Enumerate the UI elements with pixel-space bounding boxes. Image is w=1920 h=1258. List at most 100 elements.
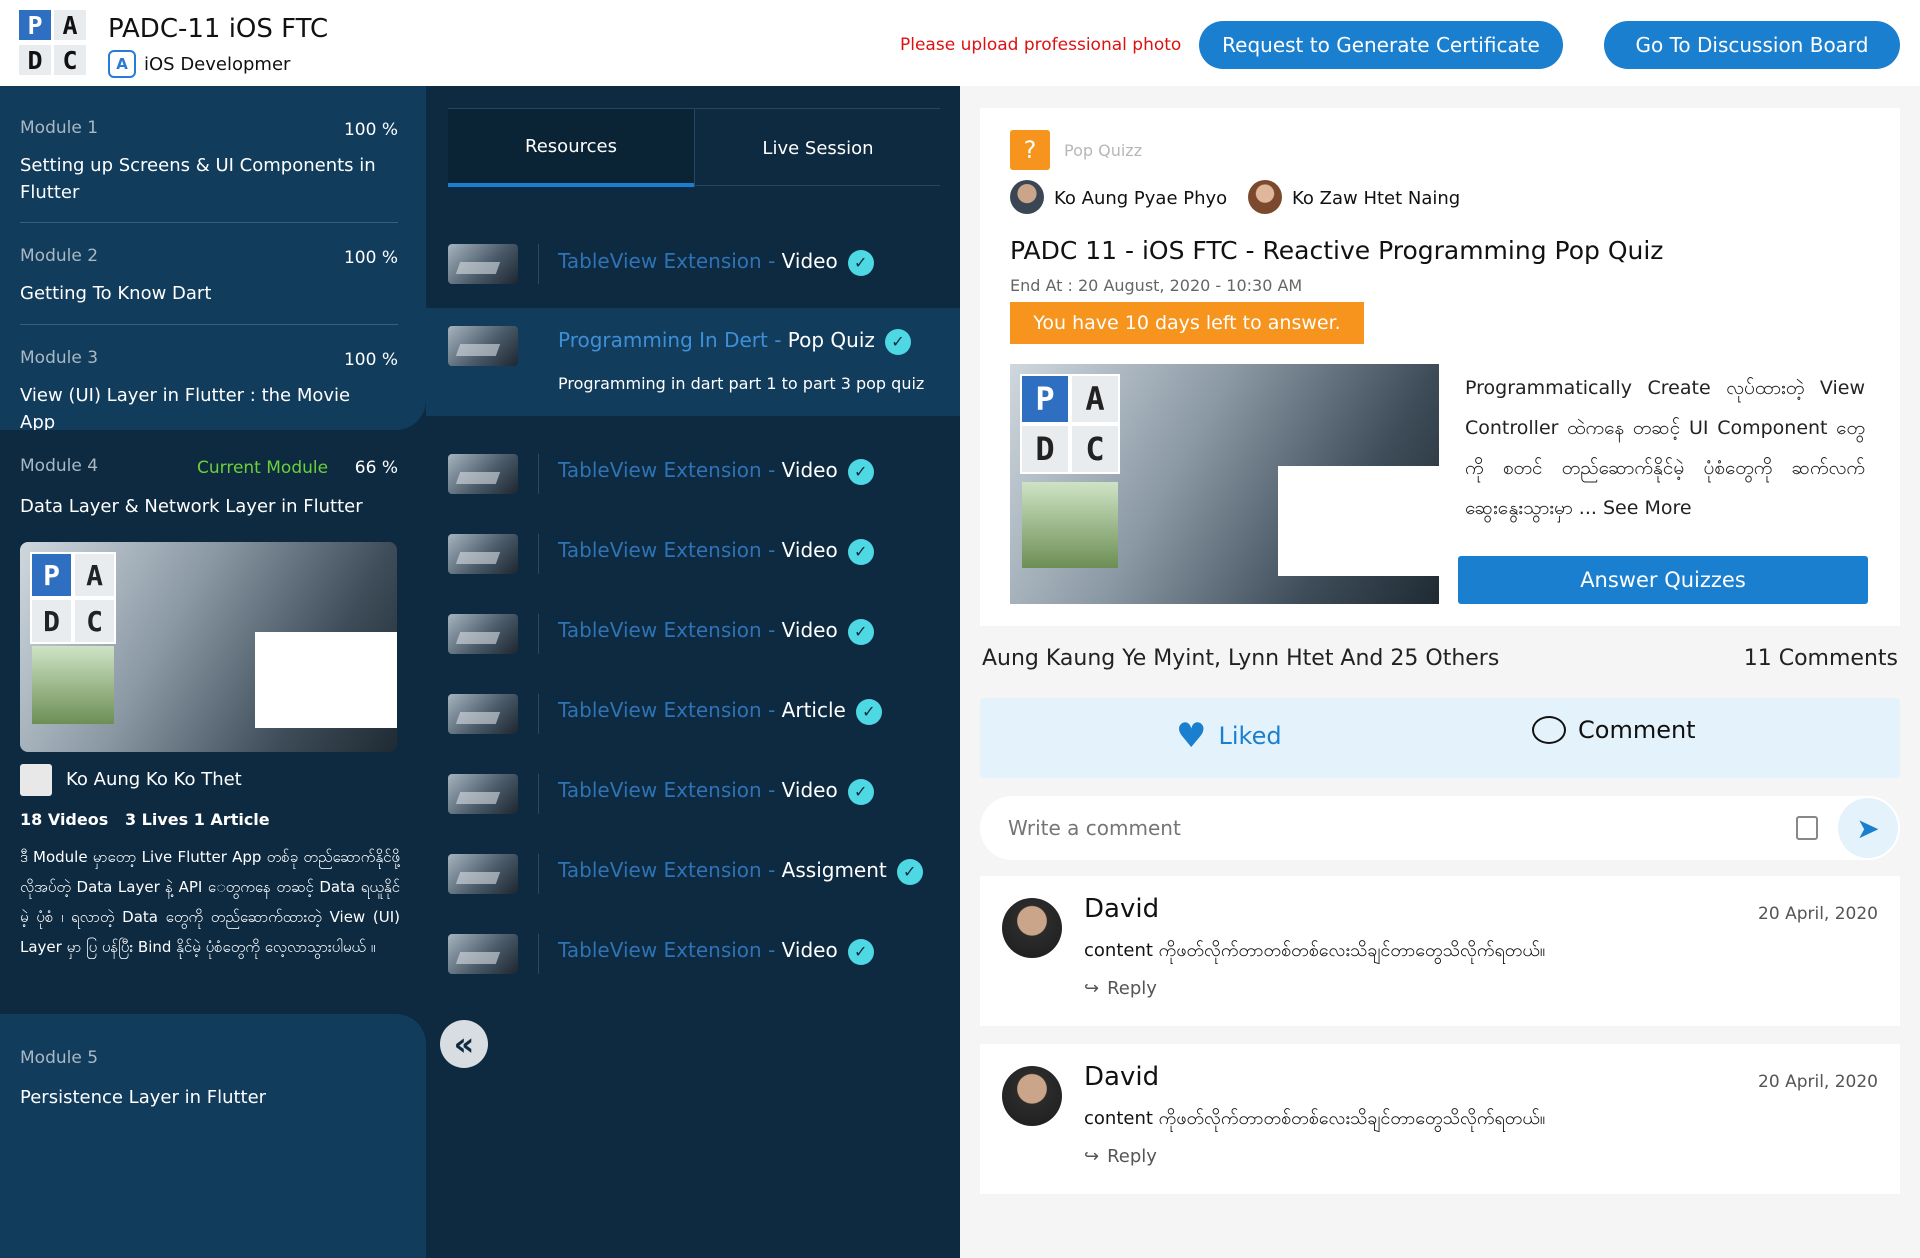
- module-title: Data Layer & Network Layer in Flutter: [20, 496, 363, 517]
- module-title: Getting To Know Dart: [20, 283, 212, 304]
- divider: [20, 324, 398, 325]
- discussion-board-button[interactable]: Go To Discussion Board: [1604, 21, 1900, 69]
- current-module-badge: Current Module: [197, 458, 329, 478]
- comment-input-bar: ➤: [980, 796, 1900, 860]
- comment-input[interactable]: [1008, 810, 1788, 846]
- video-thumbnail: [448, 326, 518, 366]
- video-thumbnail: [448, 774, 518, 814]
- resource-type: Video: [781, 249, 838, 273]
- resource-separator: -: [761, 249, 782, 273]
- logo-letter: C: [75, 600, 114, 642]
- assignment-thumbnail: [448, 854, 518, 894]
- like-button[interactable]: ♥ Liked: [1176, 716, 1282, 756]
- attach-file-icon[interactable]: [1796, 816, 1818, 840]
- resource-name: TableView Extension: [558, 858, 762, 882]
- check-icon: ✓: [847, 538, 874, 565]
- module-item-4[interactable]: Module 4 Current Module 66 % Data Layer …: [0, 430, 426, 1100]
- author-name[interactable]: Ko Zaw Htet Naing: [1292, 188, 1460, 209]
- comment-text: content ကိုဖတ်လိုက်တာတစ်တစ်လေးသိချင်တာတွ…: [1084, 1108, 1546, 1129]
- send-icon: ➤: [1856, 811, 1880, 845]
- comments-count[interactable]: 11 Comments: [1744, 646, 1898, 671]
- module-sidebar: Module 1 100 % Setting up Screens & UI C…: [0, 86, 426, 1258]
- resource-item-active[interactable]: Programming In Dert - Pop Quiz ✓ Programm…: [426, 308, 960, 416]
- module-title: Persistence Layer in Flutter: [20, 1087, 267, 1108]
- likes-summary[interactable]: Aung Kaung Ye Myint, Lynn Htet And 25 Ot…: [982, 646, 1499, 671]
- logo-letter: C: [1072, 426, 1118, 472]
- tab-resources[interactable]: Resources: [448, 109, 694, 187]
- logo-letter: A: [1072, 376, 1118, 422]
- logo-letter: D: [19, 45, 51, 75]
- video-thumbnail: [448, 534, 518, 574]
- resource-type: Video: [781, 618, 838, 642]
- check-icon: ✓: [847, 938, 874, 965]
- padc-logo[interactable]: P A D C: [19, 10, 89, 76]
- reaction-bar: ♥ Liked Comment: [980, 698, 1900, 778]
- resource-name: TableView Extension: [558, 249, 762, 273]
- answer-quizzes-button[interactable]: Answer Quizzes: [1458, 556, 1868, 604]
- module-progress: 100 %: [343, 120, 398, 140]
- resource-item[interactable]: TableView Extension - Video ✓: [426, 222, 960, 308]
- logo-letter: C: [54, 45, 86, 75]
- logo-letter: P: [1022, 376, 1068, 422]
- resource-item[interactable]: TableView Extension - Video ✓: [426, 926, 960, 1006]
- video-thumbnail: [448, 454, 518, 494]
- resource-type: Pop Quiz: [787, 328, 875, 352]
- resource-type: Video: [781, 778, 838, 802]
- check-icon: ✓: [884, 328, 911, 355]
- resource-item[interactable]: TableView Extension - Assigment ✓: [426, 846, 960, 926]
- request-certificate-button[interactable]: Request to Generate Certificate: [1199, 21, 1563, 69]
- commenter-avatar: [1002, 1066, 1062, 1126]
- top-header: P A D C PADC-11 iOS FTC A iOS Developmer…: [0, 0, 1920, 86]
- resource-type: Article: [781, 698, 846, 722]
- module-item-5[interactable]: Module 5 Persistence Layer in Flutter: [0, 1014, 426, 1258]
- divider: [538, 854, 539, 894]
- resource-item[interactable]: TableView Extension - Video ✓: [426, 606, 960, 686]
- reply-button[interactable]: ↪ Reply: [1084, 978, 1157, 999]
- resource-item[interactable]: TableView Extension - Article ✓: [426, 686, 960, 766]
- divider: [538, 614, 539, 654]
- quiz-icon: ?: [1010, 130, 1050, 170]
- photo-warning: Please upload professional photo: [900, 35, 1182, 55]
- resource-item[interactable]: TableView Extension - Video ✓: [426, 526, 960, 606]
- heart-icon: ♥: [1176, 716, 1207, 756]
- video-thumbnail: [448, 244, 518, 284]
- divider: [538, 454, 539, 494]
- logo-letter: A: [54, 10, 86, 40]
- resource-separator: -: [761, 538, 782, 562]
- resource-item[interactable]: TableView Extension - Video ✓: [426, 766, 960, 846]
- resource-item[interactable]: TableView Extension - Video ✓: [426, 446, 960, 526]
- commenter-name[interactable]: David: [1084, 894, 1159, 924]
- course-subtitle: A iOS Developmer: [108, 50, 290, 78]
- comment-button[interactable]: Comment: [1532, 716, 1696, 744]
- resource-name: TableView Extension: [558, 778, 762, 802]
- author-name[interactable]: Ko Aung Pyae Phyo: [1054, 188, 1227, 209]
- logo-letter: P: [19, 10, 51, 40]
- module-label: Module 5: [20, 1048, 99, 1068]
- send-button[interactable]: ➤: [1838, 798, 1898, 858]
- module-description: ဒီ Module မှာတော့ Live Flutter App တစ်ခု…: [20, 848, 400, 956]
- reply-icon: ↪: [1084, 978, 1100, 999]
- resource-name: TableView Extension: [558, 538, 762, 562]
- article-thumbnail: [448, 694, 518, 734]
- commenter-name[interactable]: David: [1084, 1062, 1159, 1092]
- reply-button[interactable]: ↪ Reply: [1084, 1146, 1157, 1167]
- divider: [538, 534, 539, 574]
- module-progress: 100 %: [343, 248, 398, 268]
- comment-date: 20 April, 2020: [1758, 904, 1878, 924]
- logo-letter: D: [1022, 426, 1068, 472]
- logo-letter: P: [32, 554, 71, 596]
- resource-separator: -: [767, 328, 788, 352]
- tab-live-session[interactable]: Live Session: [695, 109, 941, 187]
- divider: [538, 694, 539, 734]
- comment-item: David 20 April, 2020 content ကိုဖတ်လိုက်…: [980, 1044, 1900, 1194]
- speech-bubble-icon: [1532, 716, 1566, 744]
- commenter-avatar: [1002, 898, 1062, 958]
- instructor-name: Ko Aung Ko Ko Thet: [66, 769, 242, 790]
- module-progress: 100 %: [343, 350, 398, 370]
- instructor-avatar: [20, 764, 52, 796]
- resource-separator: -: [761, 698, 782, 722]
- collapse-panel-button[interactable]: «: [440, 1020, 488, 1068]
- resource-name: TableView Extension: [558, 458, 762, 482]
- quiz-end-date: End At : 20 August, 2020 - 10:30 AM: [1010, 276, 1303, 295]
- resource-separator: -: [761, 938, 782, 962]
